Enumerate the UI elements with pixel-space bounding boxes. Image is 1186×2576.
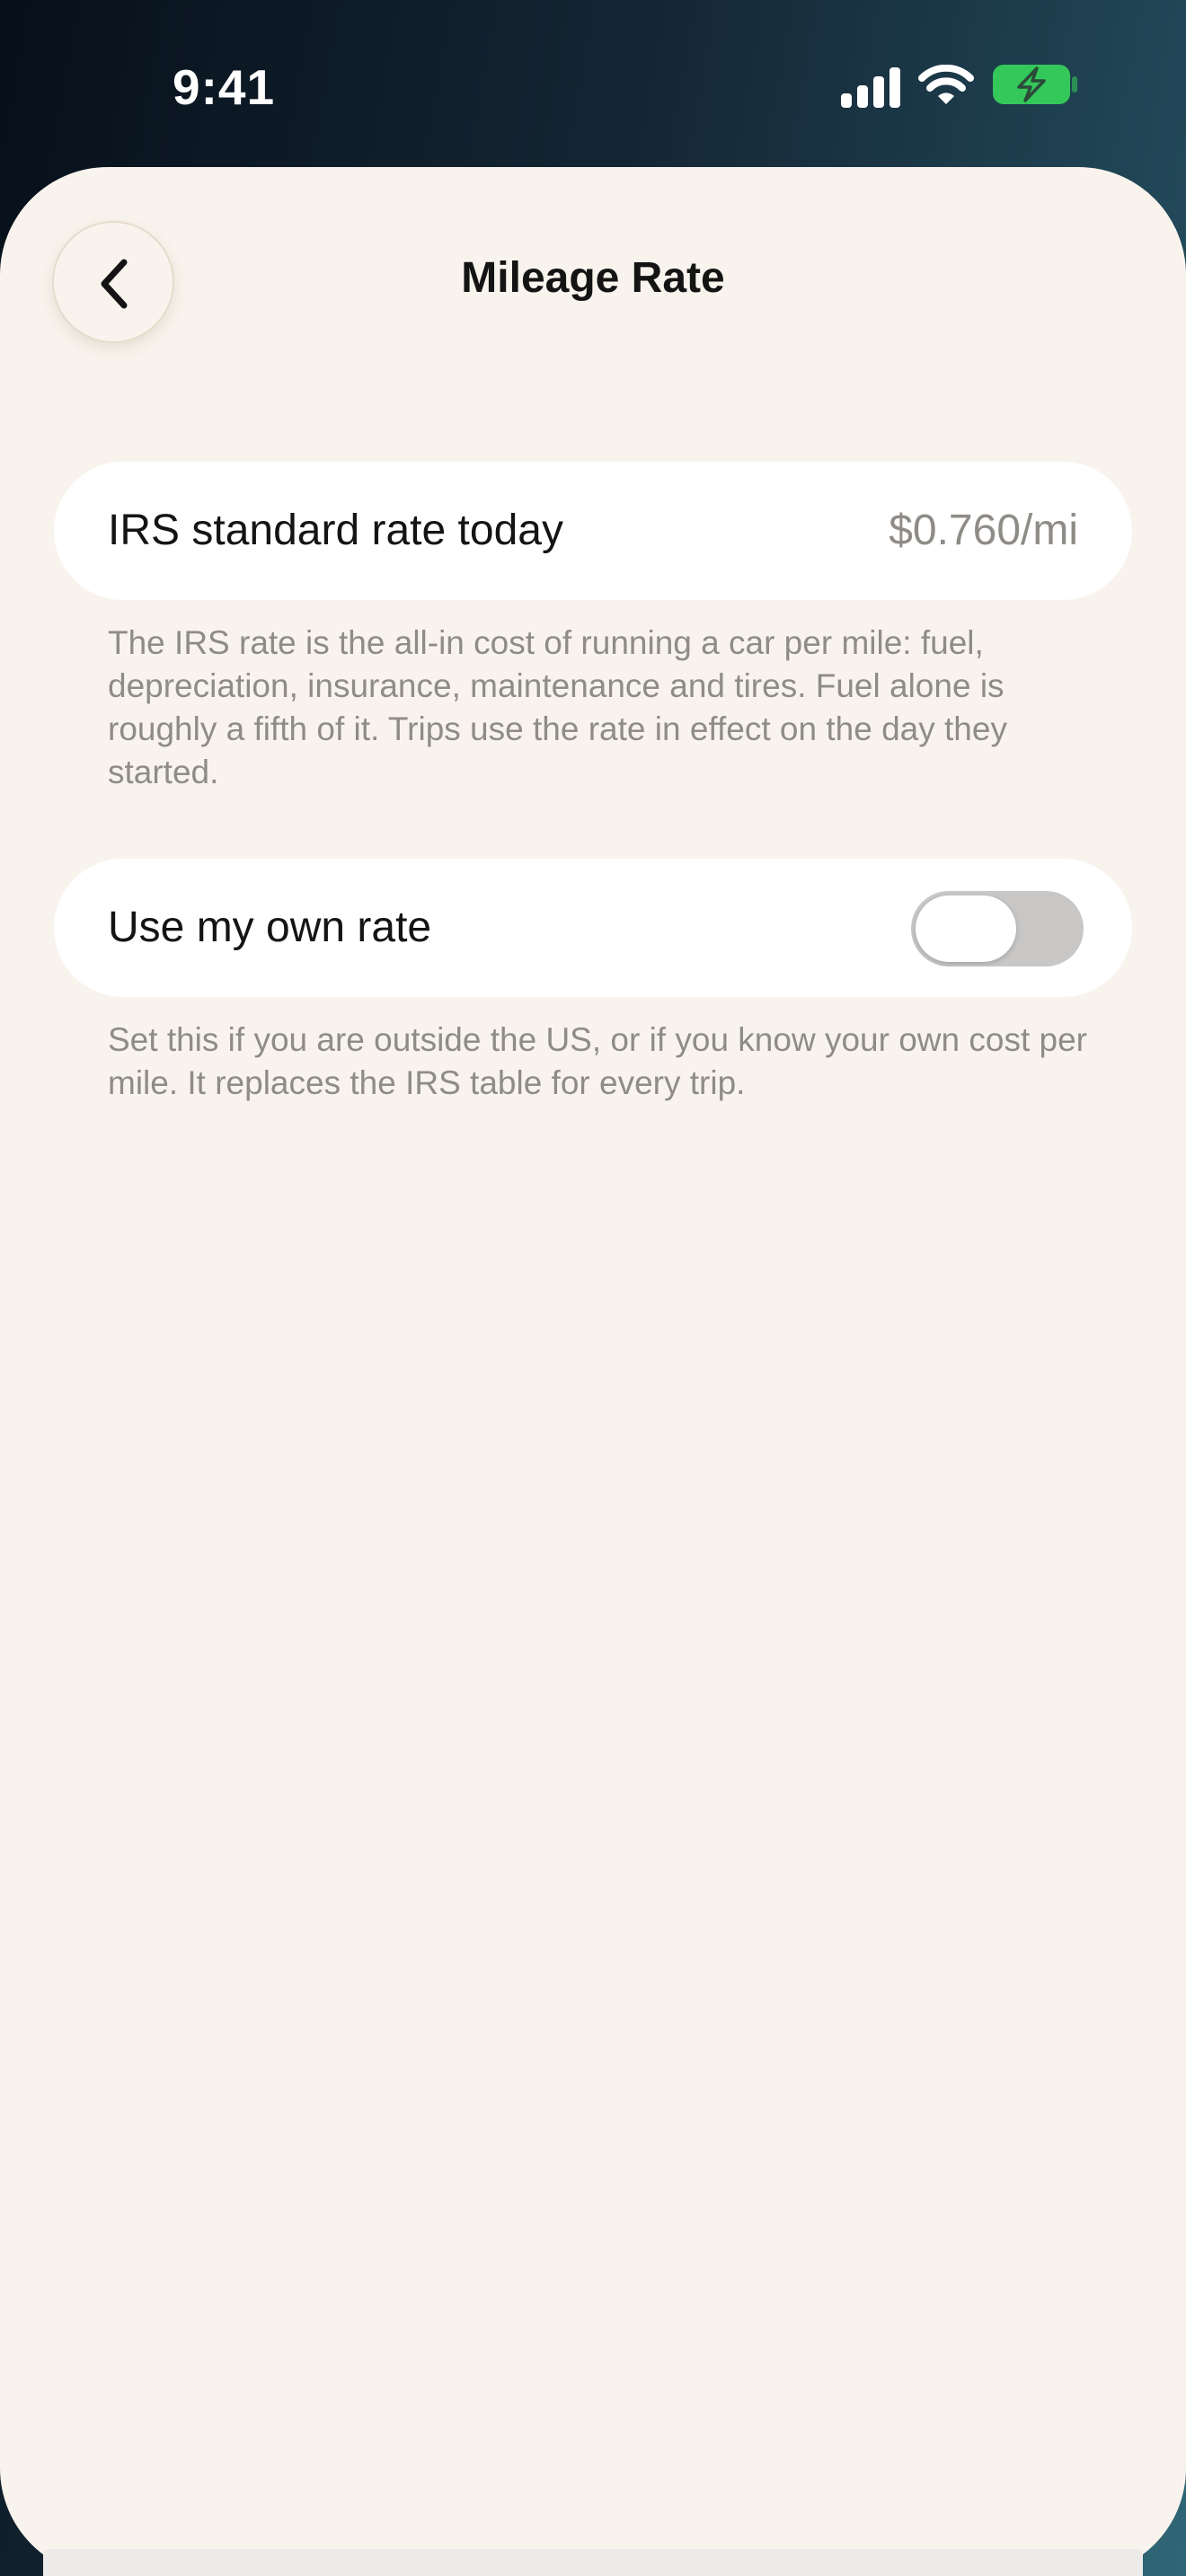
irs-rate-row: IRS standard rate today $0.760/mi: [54, 462, 1132, 600]
status-icons: [839, 63, 1082, 111]
status-bar: 9:41: [0, 0, 1186, 167]
back-button[interactable]: [52, 221, 174, 343]
status-time: 9:41: [173, 59, 276, 115]
own-rate-note: Set this if you are outside the US, or i…: [108, 1021, 1087, 1101]
page-title: Mileage Rate: [461, 254, 725, 302]
battery-charging-icon: [993, 65, 1077, 104]
own-rate-row[interactable]: Use my own rate: [54, 859, 1132, 997]
irs-rate-value: $0.760/mi: [889, 507, 1078, 554]
underlying-sheet-edge: [43, 2549, 1143, 2576]
irs-rate-label: IRS standard rate today: [108, 507, 563, 554]
settings-sheet: Mileage Rate IRS standard rate today $0.…: [0, 167, 1186, 2576]
own-rate-toggle[interactable]: [911, 891, 1084, 966]
wifi-icon: [918, 65, 974, 104]
irs-rate-note: The IRS rate is the all-in cost of runni…: [108, 624, 1007, 790]
own-rate-label: Use my own rate: [108, 904, 432, 951]
chevron-left-icon: [101, 259, 128, 309]
cellular-signal-icon: [841, 67, 900, 108]
toggle-knob: [916, 895, 1016, 962]
